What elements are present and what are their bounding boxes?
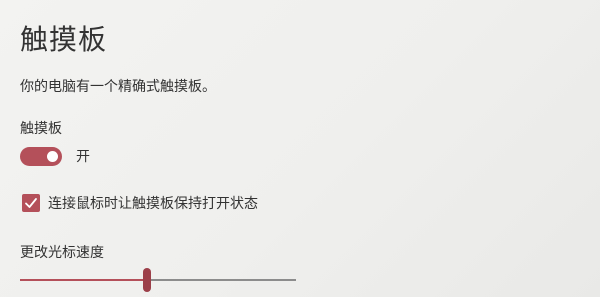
slider-track-fill	[20, 279, 147, 281]
touchpad-toggle-switch[interactable]	[20, 146, 62, 166]
keep-touchpad-on-label: 连接鼠标时让触摸板保持打开状态	[48, 196, 258, 212]
slider-thumb[interactable]	[142, 268, 151, 292]
cursor-speed-label: 更改光标速度	[20, 245, 104, 261]
page-title: 触摸板	[20, 23, 108, 56]
cursor-speed-slider[interactable]	[20, 268, 296, 292]
touchpad-description: 你的电脑有一个精确式触摸板。	[20, 79, 216, 95]
touchpad-toggle-label: 触摸板	[20, 121, 62, 137]
toggle-knob	[47, 150, 58, 162]
mouse-connected-option-row: 连接鼠标时让触摸板保持打开状态	[22, 193, 258, 213]
toggle-state-text: 开	[76, 149, 90, 165]
checkmark-icon	[25, 198, 37, 208]
touchpad-toggle-row: 开	[20, 146, 90, 166]
keep-touchpad-on-checkbox[interactable]	[22, 194, 40, 212]
